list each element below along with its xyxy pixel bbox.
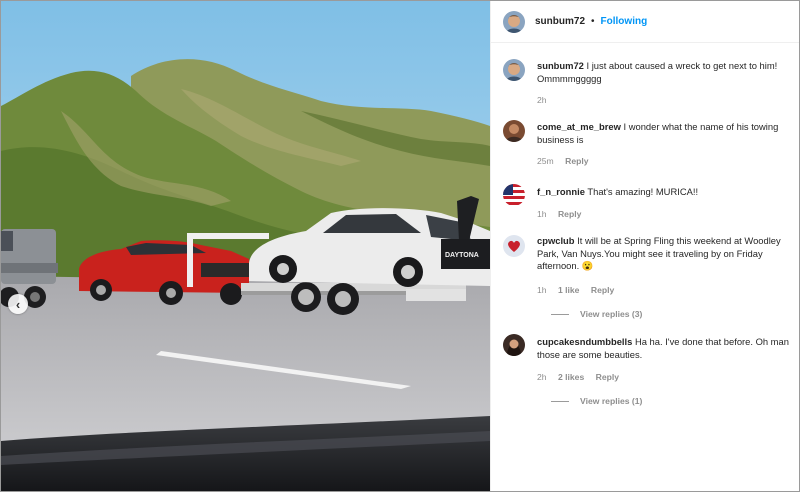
view-replies-label: View replies (1) bbox=[580, 396, 643, 406]
comment-text: cupcakesndumbbells Ha ha. I've done that… bbox=[537, 336, 793, 361]
comment-text: cpwclub It will be at Spring Fling this … bbox=[537, 235, 793, 273]
comment-time: 1h bbox=[537, 209, 547, 219]
comments-panel: sunbum72 • Following sunbum72 I just abo… bbox=[490, 1, 799, 491]
post-header: sunbum72 • Following bbox=[491, 1, 799, 43]
post-photo: DAYTONA ‹ bbox=[1, 1, 490, 491]
comment-username[interactable]: come_at_me_brew bbox=[537, 121, 621, 132]
divider-line bbox=[551, 313, 569, 315]
divider-line bbox=[551, 400, 569, 402]
reply-button[interactable]: Reply bbox=[596, 372, 619, 382]
comment-username[interactable]: cupcakesndumbbells bbox=[537, 336, 632, 347]
reply-button[interactable]: Reply bbox=[591, 285, 614, 295]
comment-item: cupcakesndumbbells Ha ha. I've done that… bbox=[503, 334, 793, 409]
comment-username[interactable]: cpwclub bbox=[537, 235, 575, 246]
likes-count[interactable]: 1 like bbox=[558, 285, 580, 295]
comment-time: 2h bbox=[537, 95, 547, 105]
comment-username[interactable]: sunbum72 bbox=[537, 60, 584, 71]
comment-meta: 2h 2 likes Reply bbox=[537, 372, 628, 382]
man-face-avatar-icon bbox=[503, 10, 525, 33]
comment-time: 25m bbox=[537, 156, 554, 166]
comment-body: That's amazing! MURICA!! bbox=[587, 186, 699, 197]
comment-item: come_at_me_brew I wonder what the name o… bbox=[503, 120, 793, 170]
commenter-avatar[interactable] bbox=[503, 184, 525, 206]
woman-avatar-icon bbox=[503, 334, 525, 356]
brown-avatar-icon bbox=[503, 120, 525, 142]
view-replies-label: View replies (3) bbox=[580, 309, 643, 319]
chevron-left-icon: ‹ bbox=[15, 296, 21, 312]
reply-button[interactable]: Reply bbox=[558, 209, 581, 219]
likes-count[interactable]: 2 likes bbox=[558, 372, 584, 382]
commenter-avatar[interactable] bbox=[503, 235, 525, 257]
author-username[interactable]: sunbum72 bbox=[535, 16, 585, 27]
comment-time: 2h bbox=[537, 372, 547, 382]
author-avatar[interactable] bbox=[503, 10, 525, 33]
comment-time: 1h bbox=[537, 285, 547, 295]
us-flag-avatar-icon bbox=[503, 184, 525, 206]
comment-meta: 25m Reply bbox=[537, 156, 598, 166]
commenter-avatar[interactable] bbox=[503, 334, 525, 356]
man-face-avatar-icon bbox=[503, 59, 525, 81]
commenter-avatar[interactable] bbox=[503, 120, 525, 142]
separator-dot: • bbox=[591, 16, 595, 27]
instagram-post-window: DAYTONA ‹ sunbum72 • Following sunbum72 … bbox=[0, 0, 800, 492]
comment-meta: 1h 1 like Reply bbox=[537, 285, 623, 295]
comment-item: sunbum72 I just about caused a wreck to … bbox=[503, 59, 793, 109]
surprised-emoji-icon: 😮 bbox=[581, 260, 594, 271]
comment-text: sunbum72 I just about caused a wreck to … bbox=[537, 60, 793, 85]
comment-meta: 1h Reply bbox=[537, 209, 590, 219]
comment-item: f_n_ronnie That's amazing! MURICA!! 1h R… bbox=[503, 184, 793, 224]
comment-username[interactable]: f_n_ronnie bbox=[537, 186, 585, 197]
car-decal: DAYTONA bbox=[445, 252, 479, 259]
commenter-avatar[interactable] bbox=[503, 59, 525, 81]
comment-text: f_n_ronnie That's amazing! MURICA!! bbox=[537, 186, 793, 199]
comment-meta: 2h bbox=[537, 95, 556, 105]
previous-photo-button[interactable]: ‹ bbox=[8, 294, 28, 314]
comment-item: cpwclub It will be at Spring Fling this … bbox=[503, 235, 793, 325]
highway-photo: DAYTONA bbox=[1, 1, 490, 491]
view-replies-button[interactable]: View replies (1) bbox=[551, 396, 642, 406]
comment-text: come_at_me_brew I wonder what the name o… bbox=[537, 121, 793, 146]
reply-button[interactable]: Reply bbox=[565, 156, 588, 166]
following-button[interactable]: Following bbox=[601, 16, 648, 27]
view-replies-button[interactable]: View replies (3) bbox=[551, 309, 642, 319]
heart-avatar-icon bbox=[503, 235, 525, 257]
